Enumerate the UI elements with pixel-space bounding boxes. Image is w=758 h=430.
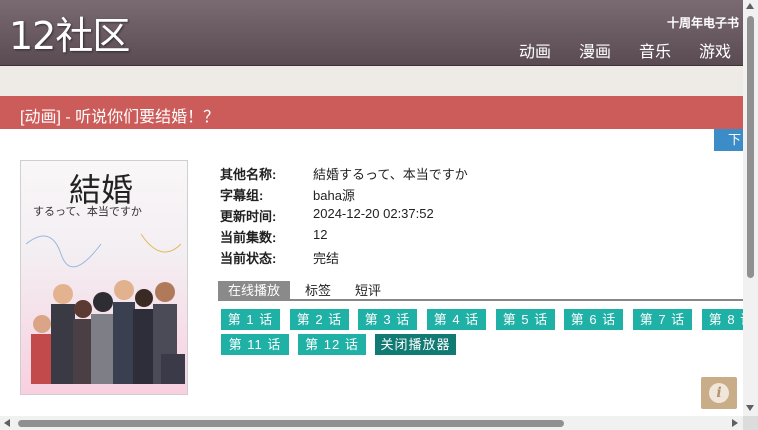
info-value: 結婚するって、本当ですか — [313, 167, 468, 182]
info-value: 2024-12-20 02:37:52 — [313, 206, 434, 221]
info-label: 更新时间: — [220, 209, 277, 224]
next-button[interactable]: 下 — [714, 129, 743, 151]
episode-button[interactable]: 第 4 话 — [427, 309, 486, 330]
info-value: baha源 — [313, 188, 355, 203]
episode-button[interactable]: 第 8 话 — [702, 309, 743, 330]
horizontal-scrollbar[interactable] — [0, 416, 743, 430]
episode-button[interactable]: 第 3 话 — [358, 309, 417, 330]
episode-button[interactable]: 第 5 话 — [496, 309, 555, 330]
episode-button[interactable]: 第 7 话 — [633, 309, 692, 330]
info-icon: i — [709, 383, 729, 403]
anime-poster[interactable]: 結婚 するって、本当ですか — [20, 160, 188, 395]
scroll-right-arrow-icon[interactable] — [732, 419, 738, 427]
vertical-scroll-thumb[interactable] — [747, 16, 754, 278]
info-value: 12 — [313, 227, 328, 242]
info-value: 完结 — [313, 251, 340, 266]
tab-reviews[interactable]: 短评 — [355, 281, 381, 300]
main-nav: 动画 漫画 音乐 游戏 — [519, 38, 731, 62]
nav-item-music[interactable]: 音乐 — [639, 38, 671, 62]
scroll-down-arrow-icon[interactable] — [746, 405, 754, 411]
scrollbar-corner — [743, 416, 758, 430]
episode-button[interactable]: 第 1 话 — [221, 309, 280, 330]
episode-button[interactable]: 第 6 话 — [564, 309, 623, 330]
page-title: [动画] - 听说你们要结婚！？ — [20, 109, 220, 126]
nav-item-anime[interactable]: 动画 — [519, 38, 551, 62]
ebook-link[interactable]: 十周年电子书 — [667, 14, 739, 31]
close-player-button[interactable]: 关闭播放器 — [375, 334, 456, 355]
poster-characters-illustration — [25, 233, 185, 384]
scroll-up-arrow-icon[interactable] — [746, 3, 754, 9]
detail-tabs: 在线播放 标签 短评 — [218, 281, 743, 301]
info-label: 字幕组: — [220, 188, 264, 203]
vertical-scrollbar[interactable] — [743, 0, 758, 416]
site-header: 12社区 十周年电子书 动画 漫画 音乐 游戏 — [0, 0, 743, 66]
page-viewport: 12社区 十周年电子书 动画 漫画 音乐 游戏 [动画] - 听说你们要结婚！？… — [0, 0, 743, 416]
header-band — [0, 66, 743, 96]
scroll-left-arrow-icon[interactable] — [4, 419, 10, 427]
site-logo[interactable]: 12社区 — [9, 12, 130, 60]
nav-item-manga[interactable]: 漫画 — [579, 38, 611, 62]
tab-tags[interactable]: 标签 — [305, 281, 331, 300]
title-bar: [动画] - 听说你们要结婚！？ — [0, 96, 743, 129]
poster-subtitle: するって、本当ですか — [33, 206, 142, 218]
episode-button[interactable]: 第 2 话 — [290, 309, 349, 330]
info-button[interactable]: i — [701, 377, 737, 409]
episode-button[interactable]: 第 12 话 — [298, 334, 366, 355]
episode-button[interactable]: 第 11 话 — [221, 334, 289, 355]
nav-item-games[interactable]: 游戏 — [699, 38, 731, 62]
info-label: 当前集数: — [220, 230, 277, 245]
info-label: 当前状态: — [220, 251, 277, 266]
tab-online-play[interactable]: 在线播放 — [218, 281, 291, 300]
horizontal-scroll-thumb[interactable] — [18, 420, 564, 427]
info-label: 其他名称: — [220, 167, 277, 182]
